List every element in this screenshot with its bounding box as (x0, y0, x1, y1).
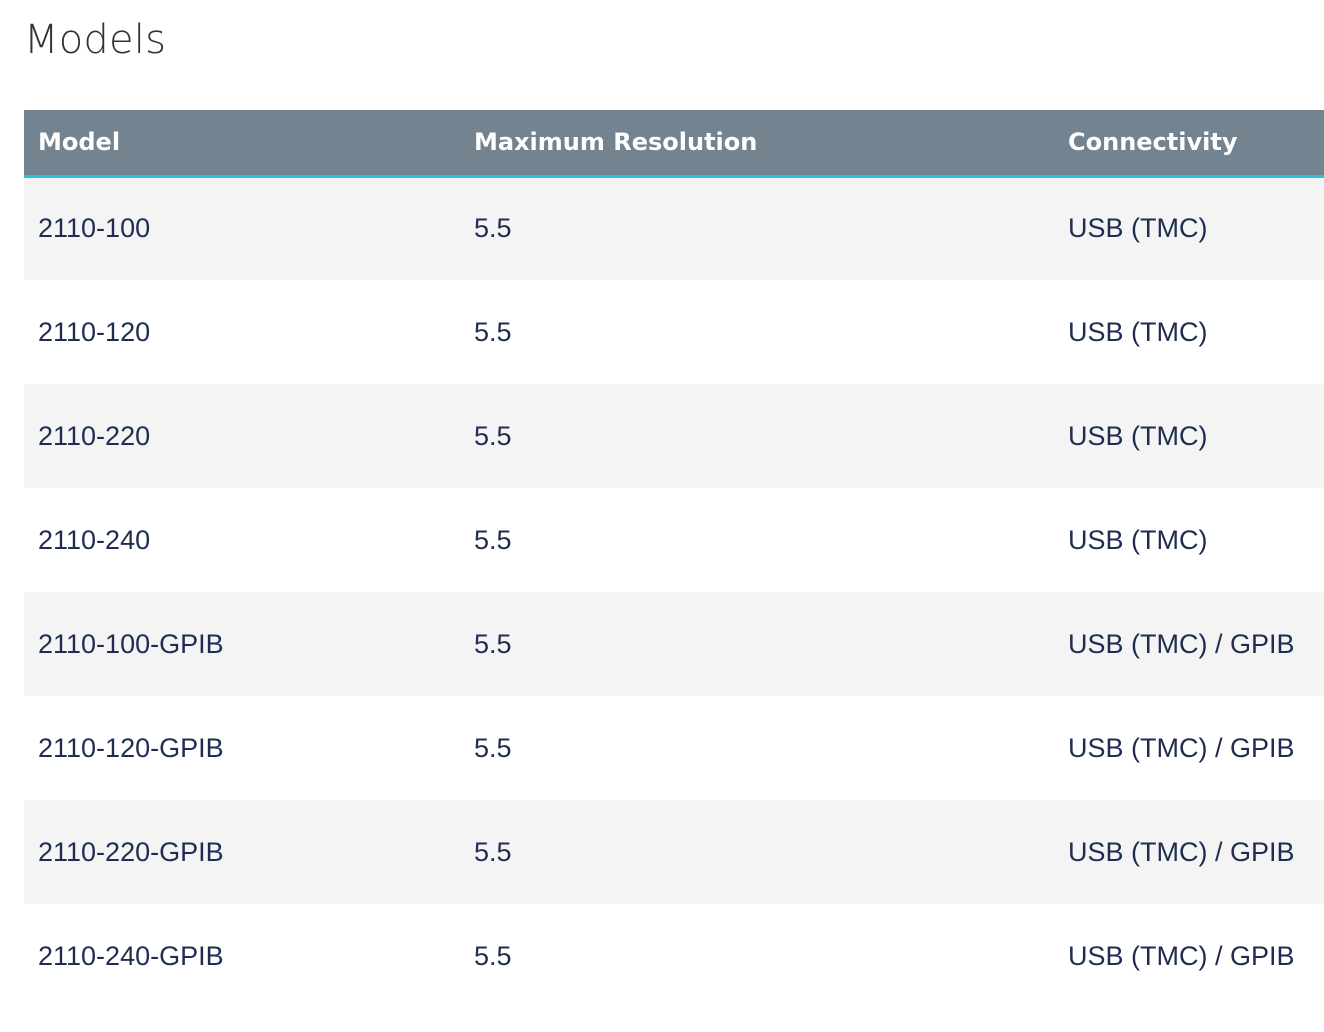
models-table: Model Maximum Resolution Connectivity 21… (24, 110, 1324, 1008)
cell-model: 2110-100-GPIB (38, 628, 224, 659)
table-row: 2110-220 5.5 USB (TMC) (24, 384, 1324, 488)
cell-maximum-resolution: 5.5 (474, 420, 512, 451)
table-row: 2110-100-GPIB 5.5 USB (TMC) / GPIB (24, 592, 1324, 696)
cell-model: 2110-100 (38, 213, 151, 244)
cell-maximum-resolution: 5.5 (474, 732, 512, 763)
cell-maximum-resolution: 5.5 (474, 836, 512, 867)
cell-connectivity: USB (TMC) / GPIB (1068, 940, 1295, 971)
table-row: 2110-240 5.5 USB (TMC) (24, 488, 1324, 592)
table-row: 2110-220-GPIB 5.5 USB (TMC) / GPIB (24, 800, 1324, 904)
cell-connectivity: USB (TMC) (1068, 524, 1208, 555)
cell-maximum-resolution: 5.5 (474, 213, 512, 244)
cell-maximum-resolution: 5.5 (474, 524, 512, 555)
table-header-row: Model Maximum Resolution Connectivity (24, 110, 1324, 178)
cell-model: 2110-120-GPIB (38, 732, 224, 763)
cell-maximum-resolution: 5.5 (474, 940, 512, 971)
cell-model: 2110-240-GPIB (38, 940, 224, 971)
cell-connectivity: USB (TMC) / GPIB (1068, 628, 1295, 659)
cell-model: 2110-240 (38, 524, 151, 555)
table-row: 2110-120 5.5 USB (TMC) (24, 280, 1324, 384)
table-row: 2110-100 5.5 USB (TMC) (24, 176, 1324, 280)
header-maximum-resolution: Maximum Resolution (460, 110, 1054, 178)
cell-connectivity: USB (TMC) (1068, 316, 1208, 347)
header-model: Model (24, 110, 460, 178)
cell-model: 2110-120 (38, 316, 151, 347)
table-row: 2110-120-GPIB 5.5 USB (TMC) / GPIB (24, 696, 1324, 800)
cell-connectivity: USB (TMC) (1068, 420, 1208, 451)
table-row: 2110-240-GPIB 5.5 USB (TMC) / GPIB (24, 904, 1324, 1008)
cell-connectivity: USB (TMC) / GPIB (1068, 836, 1295, 867)
header-connectivity: Connectivity (1054, 110, 1324, 178)
cell-model: 2110-220-GPIB (38, 836, 224, 867)
cell-model: 2110-220 (38, 420, 151, 451)
cell-maximum-resolution: 5.5 (474, 628, 512, 659)
page-title: Models (24, 17, 167, 63)
cell-connectivity: USB (TMC) (1068, 213, 1208, 244)
cell-connectivity: USB (TMC) / GPIB (1068, 732, 1295, 763)
cell-maximum-resolution: 5.5 (474, 316, 512, 347)
